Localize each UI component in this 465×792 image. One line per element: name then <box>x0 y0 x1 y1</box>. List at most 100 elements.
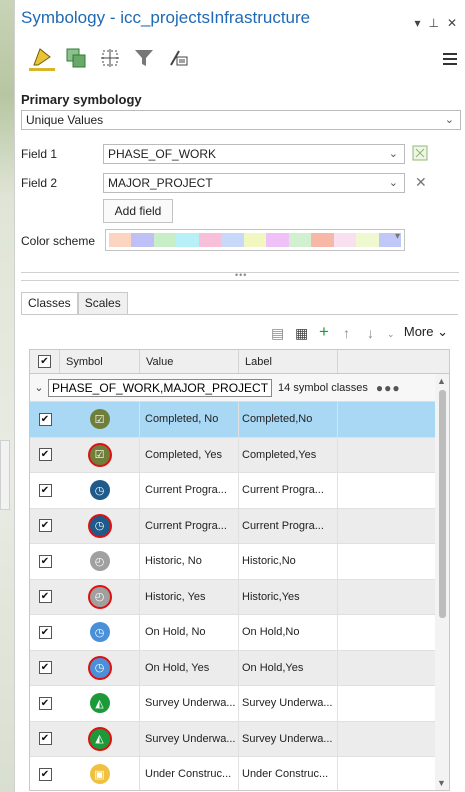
symbol-cell[interactable]: ▣ <box>60 757 140 790</box>
row-checkbox[interactable]: ✔ <box>30 625 60 639</box>
color-swatch <box>131 233 154 247</box>
header-value[interactable]: Value <box>140 350 239 373</box>
label-cell[interactable]: Completed,Yes <box>239 437 338 472</box>
masking-icon[interactable] <box>165 45 191 71</box>
value-cell[interactable]: Survey Underwa... <box>140 686 239 721</box>
table-row[interactable]: ✔ ◭ Survey Underwa... Survey Underwa... <box>30 686 449 722</box>
table-row[interactable]: ✔ ◷ Current Progra... Current Progra... <box>30 473 449 509</box>
table-row[interactable]: ✔ ◷ Current Progra... Current Progra... <box>30 508 449 544</box>
table-row[interactable]: ✔ ◷ On Hold, Yes On Hold,Yes <box>30 650 449 686</box>
symbol-cell[interactable]: ◷ <box>60 473 140 508</box>
value-cell[interactable]: Historic, No <box>140 544 239 579</box>
label-cell[interactable]: Current Progra... <box>239 508 338 543</box>
move-up-icon[interactable]: ↑ <box>343 325 350 341</box>
tab-scales[interactable]: Scales <box>77 292 128 314</box>
value-cell[interactable]: Current Progra... <box>140 473 239 508</box>
add-icon[interactable]: + <box>319 322 329 342</box>
table-row[interactable]: ✔ ☑ Completed, No Completed,No <box>30 402 449 438</box>
row-checkbox[interactable]: ✔ <box>30 732 60 746</box>
row-checkbox[interactable]: ✔ <box>30 483 60 497</box>
field2-select[interactable]: MAJOR_PROJECT ⌄ <box>103 173 405 193</box>
symbol-cell[interactable]: ◷ <box>60 650 140 685</box>
remove-field-icon[interactable]: ✕ <box>415 174 427 191</box>
field1-value: PHASE_OF_WORK <box>108 147 217 161</box>
splitter-grip-icon[interactable]: ••• <box>235 270 247 280</box>
table-row[interactable]: ✔ ☑ Completed, Yes Completed,Yes <box>30 437 449 473</box>
side-tab[interactable] <box>0 440 10 510</box>
color-scheme-select[interactable] <box>105 229 405 251</box>
tab-classes[interactable]: Classes <box>21 292 78 314</box>
header-symbol[interactable]: Symbol <box>60 350 140 373</box>
label-cell[interactable]: On Hold,No <box>239 615 338 650</box>
symbol-cell[interactable]: ◴ <box>60 544 140 579</box>
row-checkbox[interactable]: ✔ <box>30 696 60 710</box>
label-cell[interactable]: Historic,Yes <box>239 579 338 614</box>
label-cell[interactable]: Under Construc... <box>239 757 338 790</box>
add-all-values-icon[interactable]: ▦ <box>295 325 308 342</box>
table-row[interactable]: ✔ ◴ Historic, No Historic,No <box>30 544 449 580</box>
label-cell[interactable]: Completed,No <box>239 402 338 437</box>
chevron-down-icon[interactable]: ⌄ <box>30 381 48 394</box>
value-cell[interactable]: Survey Underwa... <box>140 721 239 756</box>
list-view-icon[interactable]: ▤ <box>271 325 284 342</box>
renderer-select[interactable]: Unique Values ⌄ <box>21 110 461 130</box>
header-checkbox[interactable]: ✔ <box>30 350 60 373</box>
field-info-icon[interactable] <box>412 145 428 164</box>
more-menu-button[interactable]: More ⌄ <box>404 324 448 340</box>
more-options-icon[interactable]: ●●● <box>376 381 401 395</box>
symbol-cell[interactable]: ◭ <box>60 721 140 756</box>
label-cell[interactable]: Survey Underwa... <box>239 686 338 721</box>
color-swatch <box>243 233 267 247</box>
scroll-up-icon[interactable]: ▲ <box>437 376 446 386</box>
label-cell[interactable]: On Hold,Yes <box>239 650 338 685</box>
table-row[interactable]: ✔ ◭ Survey Underwa... Survey Underwa... <box>30 721 449 757</box>
label-cell[interactable]: Current Progra... <box>239 473 338 508</box>
table-row[interactable]: ✔ ▣ Under Construc... Under Construc... <box>30 757 449 790</box>
value-cell[interactable]: Under Construc... <box>140 757 239 790</box>
reverse-order-icon[interactable]: ⌄ <box>387 329 395 340</box>
display-filter-icon[interactable] <box>97 45 123 71</box>
scroll-thumb[interactable] <box>439 390 446 618</box>
color-swatch <box>288 233 312 247</box>
value-cell[interactable]: Current Progra... <box>140 508 239 543</box>
row-checkbox[interactable]: ✔ <box>30 554 60 568</box>
row-checkbox[interactable]: ✔ <box>30 519 60 533</box>
field1-select[interactable]: PHASE_OF_WORK ⌄ <box>103 144 405 164</box>
symbol-cell[interactable]: ☑ <box>60 437 140 472</box>
vary-symbology-icon[interactable] <box>63 45 89 71</box>
symbol-cell[interactable]: ◴ <box>60 579 140 614</box>
value-cell[interactable]: Historic, Yes <box>140 579 239 614</box>
symbol-cell[interactable]: ◷ <box>60 508 140 543</box>
row-checkbox[interactable]: ✔ <box>30 412 60 426</box>
close-icon[interactable]: ✕ <box>447 16 457 30</box>
table-row[interactable]: ✔ ◷ On Hold, No On Hold,No <box>30 615 449 651</box>
value-cell[interactable]: On Hold, Yes <box>140 650 239 685</box>
add-field-button[interactable]: Add field <box>103 199 173 223</box>
label-cell[interactable]: Historic,No <box>239 544 338 579</box>
header-label[interactable]: Label <box>239 350 338 373</box>
table-row[interactable]: ✔ ◴ Historic, Yes Historic,Yes <box>30 579 449 615</box>
chevron-down-icon: ⌄ <box>388 177 398 189</box>
filter-icon[interactable] <box>131 45 157 71</box>
row-checkbox[interactable]: ✔ <box>30 767 60 781</box>
value-cell[interactable]: On Hold, No <box>140 615 239 650</box>
renderer-value: Unique Values <box>26 113 104 127</box>
class-rows: ✔ ☑ Completed, No Completed,No ✔ ☑ Completed, … <box>30 402 449 790</box>
primary-symbology-icon[interactable] <box>29 45 55 71</box>
menu-icon[interactable] <box>443 50 457 68</box>
move-down-icon[interactable]: ↓ <box>367 325 374 341</box>
pin-icon[interactable]: ⊥ <box>428 16 438 30</box>
symbol-cell[interactable]: ☑ <box>60 402 140 437</box>
grid-scrollbar[interactable]: ▲ ▼ <box>435 374 449 790</box>
row-checkbox[interactable]: ✔ <box>30 448 60 462</box>
scroll-down-icon[interactable]: ▼ <box>437 778 446 788</box>
options-dropdown-icon[interactable]: ▾ <box>414 16 420 30</box>
row-checkbox[interactable]: ✔ <box>30 661 60 675</box>
symbol-cell[interactable]: ◷ <box>60 615 140 650</box>
label-cell[interactable]: Survey Underwa... <box>239 721 338 756</box>
value-cell[interactable]: Completed, Yes <box>140 437 239 472</box>
row-checkbox[interactable]: ✔ <box>30 590 60 604</box>
title-buttons: ▾ ⊥ ✕ <box>414 16 457 30</box>
symbol-cell[interactable]: ◭ <box>60 686 140 721</box>
value-cell[interactable]: Completed, No <box>140 402 239 437</box>
